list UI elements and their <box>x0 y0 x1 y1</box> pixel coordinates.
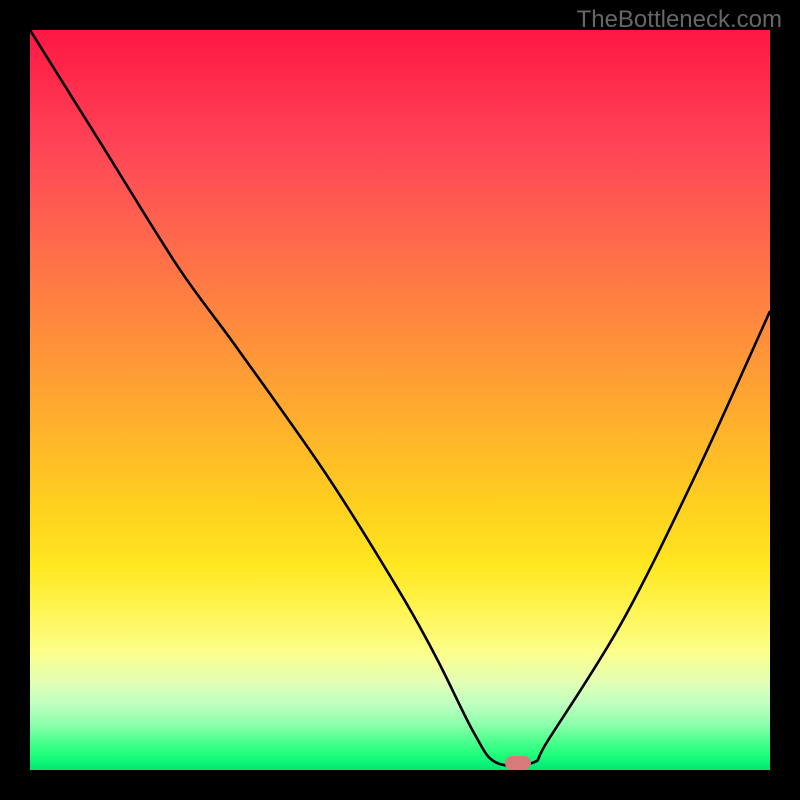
optimal-point-marker <box>505 756 531 770</box>
bottleneck-curve-path <box>30 30 770 766</box>
watermark-text: TheBottleneck.com <box>577 6 782 34</box>
plot-area <box>30 30 770 770</box>
bottleneck-curve-svg <box>30 30 770 770</box>
